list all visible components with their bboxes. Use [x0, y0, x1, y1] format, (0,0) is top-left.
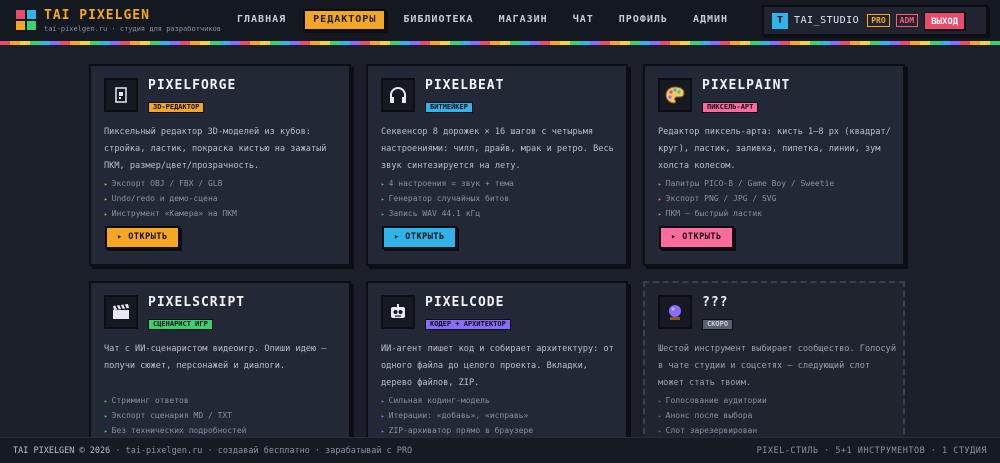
- main-nav: ГЛАВНАЯ РЕДАКТОРЫ БИБЛИОТЕКА МАГАЗИН ЧАТ…: [229, 9, 745, 31]
- card-pixelpaint: PIXELPAINT ПИКСЕЛЬ-АРТ Редактор пиксель-…: [643, 64, 905, 266]
- crystal-ball-icon: [658, 295, 692, 329]
- list-item: ▸ Инструмент «Камера» на ПКМ: [104, 209, 237, 218]
- clapperboard-icon: [104, 295, 138, 329]
- list-item: ▸ Палитры PICO-8 / Game Boy / Sweetie: [658, 179, 835, 188]
- username[interactable]: TAI_STUDIO: [794, 15, 859, 26]
- nav-chat[interactable]: ЧАТ: [565, 9, 602, 31]
- nav-editors[interactable]: РЕДАКТОРЫ: [303, 9, 387, 31]
- list-item: ▸ Сильная кодинг-модель: [381, 396, 490, 405]
- card-title: PIXELFORGE: [148, 78, 237, 93]
- user-panel: T TAI_STUDIO PRO ADM ВЫХОД: [762, 5, 988, 36]
- robot-icon: [381, 295, 415, 329]
- feature-list: ▸ Экспорт OBJ / FBX / GLB ▸ Undo/redo и де…: [104, 177, 237, 222]
- cube-icon: [104, 78, 138, 112]
- open-button[interactable]: ▸ ОТКРЫТЬ: [382, 226, 457, 249]
- nav-admin[interactable]: АДМИН: [685, 9, 736, 31]
- feature-list: ▸ Палитры PICO-8 / Game Boy / Sweetie ▸ Эк…: [658, 177, 834, 222]
- card-tag: СКОРО: [702, 319, 734, 330]
- logo-square-2: [27, 10, 36, 19]
- card-header: ??? СКОРО: [658, 295, 734, 330]
- card-pixelbeat: PIXELBEAT БИТМЕЙКЕР Секвенсор 8 дорожек …: [366, 64, 628, 266]
- logo-square-3: [16, 21, 25, 30]
- card-title: PIXELBEAT: [425, 78, 505, 93]
- card-description: Редактор пиксель-арта: кисть 1–8 px (ква…: [658, 127, 891, 171]
- footer-right: PIXEL-СТИЛЬ · 5+1 ИНСТРУМЕНТОВ · 1 СТУДИ…: [756, 446, 987, 456]
- list-item: ▸ 4 настроения = звук + тема: [381, 179, 514, 188]
- card-title: PIXELSCRIPT: [148, 295, 246, 310]
- logo-title: TAI PIXELGEN: [44, 8, 150, 23]
- logo-square-1: [16, 10, 25, 19]
- top-header: TAI PIXELGEN tai-pixelgen.ru · студия дл…: [0, 0, 1000, 42]
- logo-square-4: [27, 21, 36, 30]
- open-button[interactable]: ▸ ОТКРЫТЬ: [105, 226, 180, 249]
- list-item: ▸ Стриминг ответов: [104, 396, 189, 405]
- avatar[interactable]: T: [772, 12, 788, 29]
- list-item: ▸ ПКМ — быстрый ластик: [658, 209, 762, 218]
- card-title: PIXELPAINT: [702, 78, 791, 93]
- nav-profile[interactable]: ПРОФИЛЬ: [611, 9, 676, 31]
- nav-shop[interactable]: МАГАЗИН: [491, 9, 556, 31]
- footer: TAI PIXELGEN © 2026 · tai-pixelgen.ru · …: [0, 437, 1000, 463]
- nav-library[interactable]: БИБЛИОТЕКА: [395, 9, 481, 31]
- list-item: ▸ Генератор случайных битов: [381, 194, 510, 203]
- card-header: PIXELBEAT БИТМЕЙКЕР: [381, 78, 504, 113]
- card-description: Секвенсор 8 дорожек × 16 шагов с четырьм…: [381, 127, 614, 171]
- open-button[interactable]: ▸ ОТКРЫТЬ: [659, 226, 734, 249]
- card-title: PIXELCODE: [425, 295, 505, 310]
- rainbow-divider: [0, 41, 1000, 45]
- card-title: ???: [702, 295, 729, 310]
- card-pixelcode: PIXELCODE КОДЕР + АРХИТЕКТОР ИИ-агент пи…: [366, 281, 628, 463]
- card-tag: 3D-РЕДАКТОР: [148, 102, 205, 113]
- feature-list: ▸ Сильная кодинг-модель ▸ Итерации: «добав…: [381, 394, 533, 439]
- card-description: Пиксельный редактор 3D-моделей из кубов:…: [104, 127, 327, 171]
- card-description: Шестой инструмент выбирает сообщество. Г…: [658, 344, 896, 388]
- list-item: ▸ Экспорт сценария MD / TXT: [104, 411, 233, 420]
- list-item: ▸ Голосование аудитории: [658, 396, 767, 405]
- list-item: ▸ Undo/redo и демо-сцена: [104, 194, 218, 203]
- feature-list: ▸ Стриминг ответов ▸ Экспорт сценария MD /…: [104, 394, 246, 439]
- card-header: PIXELCODE КОДЕР + АРХИТЕКТОР: [381, 295, 511, 330]
- list-item: ▸ Запись WAV 44.1 кГц: [381, 209, 481, 218]
- card-header: PIXELFORGE 3D-РЕДАКТОР: [104, 78, 236, 113]
- card-tag: КОДЕР + АРХИТЕКТОР: [425, 319, 511, 330]
- admin-badge: ADM: [895, 14, 919, 27]
- card-description: ИИ-агент пишет код и собирает архитектур…: [381, 344, 614, 388]
- nav-home[interactable]: ГЛАВНАЯ: [229, 9, 294, 31]
- list-item: ▸ Экспорт PNG / JPG / SVG: [658, 194, 777, 203]
- list-item: ▸ Экспорт OBJ / FBX / GLB: [104, 179, 223, 188]
- logout-button[interactable]: ВЫХОД: [924, 11, 966, 30]
- card-pixelscript: PIXELSCRIPT СЦЕНАРИСТ ИГР Чат с ИИ-сцена…: [89, 281, 351, 463]
- pro-badge: PRO: [867, 14, 890, 27]
- headphones-icon: [381, 78, 415, 112]
- footer-left: TAI PIXELGEN © 2026 · tai-pixelgen.ru · …: [13, 438, 412, 463]
- card-coming-soon: ??? СКОРО Шестой инструмент выбирает соо…: [643, 281, 905, 463]
- list-item: ▸ Анонс после выбора: [658, 411, 753, 420]
- card-tag: СЦЕНАРИСТ ИГР: [148, 319, 213, 330]
- footer-brand: TAI PIXELGEN © 2026: [13, 446, 111, 456]
- card-header: PIXELPAINT ПИКСЕЛЬ-АРТ: [658, 78, 790, 113]
- footer-links: · tai-pixelgen.ru · создавай бесплатно ·…: [110, 446, 413, 456]
- feature-list: ▸ 4 настроения = звук + тема ▸ Генератор с…: [381, 177, 514, 222]
- card-description: Чат с ИИ-сценаристом видеоигр. Опиши иде…: [104, 344, 327, 371]
- logo[interactable]: TAI PIXELGEN tai-pixelgen.ru · студия дл…: [16, 9, 221, 33]
- card-tag: ПИКСЕЛЬ-АРТ: [702, 102, 759, 113]
- app-screen: TAI PIXELGEN tai-pixelgen.ru · студия дл…: [0, 0, 1000, 463]
- card-pixelforge: PIXELFORGE 3D-РЕДАКТОР Пиксельный редакт…: [89, 64, 351, 266]
- feature-list: ▸ Голосование аудитории ▸ Анонс после выбо…: [658, 394, 767, 439]
- card-tag: БИТМЕЙКЕР: [425, 102, 473, 113]
- logo-subtitle: tai-pixelgen.ru · студия для разработчик…: [44, 25, 222, 33]
- logo-icon: [16, 10, 36, 30]
- palette-icon: [658, 78, 692, 112]
- list-item: ▸ Итерации: «добавь», «исправь»: [381, 411, 529, 420]
- card-header: PIXELSCRIPT СЦЕНАРИСТ ИГР: [104, 295, 245, 330]
